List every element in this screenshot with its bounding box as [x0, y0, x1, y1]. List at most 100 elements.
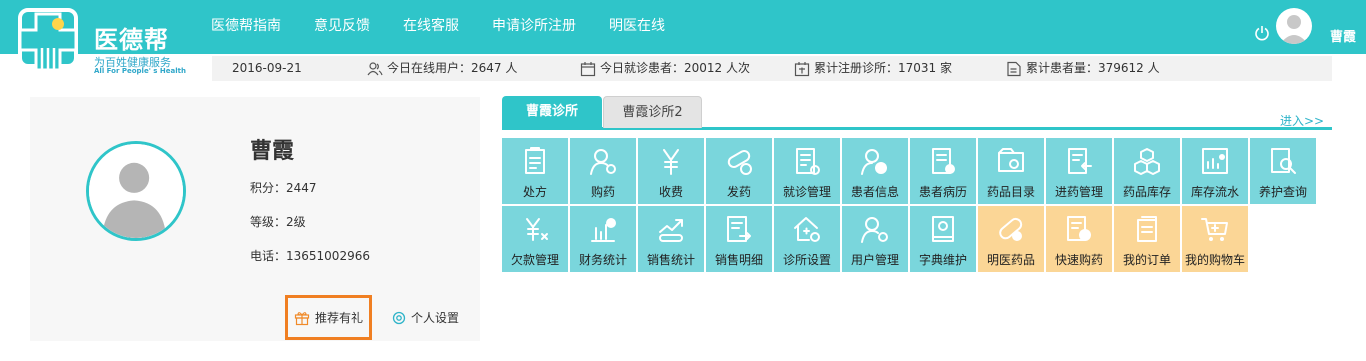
nav-feedback[interactable]: 意见反馈 — [314, 0, 370, 54]
tile-label: 养护查询 — [1258, 185, 1307, 199]
buy-medicine-icon — [590, 149, 616, 175]
tile-label: 字典维护 — [918, 253, 967, 267]
tile-dictionary[interactable]: 字典维护 — [910, 206, 976, 272]
user-management-icon — [861, 217, 888, 243]
gear-icon — [392, 311, 406, 324]
dictionary-icon — [932, 216, 954, 242]
stats-bar: 2016-09-21 今日在线用户：2647 人 今日就诊患者：20012 人次… — [212, 56, 1332, 81]
document-icon — [1007, 61, 1021, 76]
tile-label: 诊所设置 — [782, 253, 831, 267]
clinic-settings-icon — [794, 217, 820, 242]
tile-drug-catalog[interactable]: 药品目录 — [978, 138, 1044, 204]
stat-clinics-total: 累计注册诊所：17031 家 — [794, 56, 952, 81]
tile-debt[interactable]: 欠款管理 — [502, 206, 568, 272]
clinic-calendar-icon — [794, 61, 810, 76]
tile-mingyi-drug[interactable]: 明医药品 — [978, 206, 1044, 272]
tile-label: 库存流水 — [1190, 185, 1239, 199]
users-icon — [367, 61, 383, 75]
tab-clinic-2[interactable]: 曹霞诊所2 — [603, 96, 702, 128]
tile-cart[interactable]: 我的购物车 — [1182, 206, 1248, 272]
referral-gift-button[interactable]: 推荐有礼 — [285, 295, 372, 340]
debt-icon — [526, 218, 548, 241]
tile-quick-buy[interactable]: 快速购药 — [1046, 206, 1112, 272]
power-icon[interactable] — [1254, 25, 1270, 41]
nav-mingyi-online[interactable]: 明医在线 — [609, 0, 665, 54]
tile-label: 销售统计 — [646, 253, 695, 267]
tile-label: 明医药品 — [986, 253, 1035, 267]
sales-stats-icon — [659, 219, 683, 242]
stat-online-users-text: 今日在线用户：2647 人 — [387, 61, 518, 75]
visit-management-icon — [796, 148, 820, 175]
sales-detail-icon — [727, 216, 751, 242]
stat-patients-total: 累计患者量：379612 人 — [1006, 56, 1160, 81]
tile-orders[interactable]: 我的订单 — [1114, 206, 1180, 272]
tile-stock-in[interactable]: 进药管理 — [1046, 138, 1112, 204]
tile-finance-stats[interactable]: 财务统计 — [570, 206, 636, 272]
stat-patients-total-text: 累计患者量：379612 人 — [1026, 61, 1160, 75]
tile-label: 欠款管理 — [510, 253, 559, 267]
top-navbar: 医德帮 为百姓健康服务 All For People' s Health 医德帮… — [0, 0, 1366, 75]
orders-icon — [1137, 216, 1157, 242]
referral-gift-label: 推荐有礼 — [314, 311, 363, 325]
tile-label: 快速购药 — [1054, 253, 1103, 267]
inventory-cubes-icon — [1134, 148, 1160, 175]
tile-label: 购药 — [590, 185, 615, 199]
mingyi-drug-icon — [999, 217, 1023, 241]
stock-in-icon — [1068, 148, 1092, 174]
tile-label: 收费 — [658, 185, 683, 199]
tile-label: 我的购物车 — [1184, 253, 1245, 267]
pill-icon — [727, 150, 752, 175]
user-avatar[interactable] — [1276, 8, 1312, 44]
tile-prescription[interactable]: 处方 — [502, 138, 568, 204]
tile-sales-detail[interactable]: 销售明细 — [706, 206, 772, 272]
personal-settings-label: 个人设置 — [411, 311, 460, 325]
stat-date-value: 2016-09-21 — [232, 61, 302, 75]
yen-icon — [663, 149, 679, 175]
medical-record-icon — [932, 148, 955, 174]
enter-link[interactable]: 进入>> — [1280, 112, 1324, 129]
user-silhouette-icon — [89, 144, 183, 238]
tile-inventory-cubes[interactable]: 药品库存 — [1114, 138, 1180, 204]
calendar-icon — [580, 61, 596, 76]
patient-info-icon — [861, 149, 887, 175]
personal-settings-link[interactable]: 个人设置 — [392, 309, 459, 326]
prescription-icon — [525, 147, 545, 174]
tile-patient-info[interactable]: 患者信息 — [842, 138, 908, 204]
nav-clinic-register[interactable]: 申请诊所注册 — [492, 0, 576, 54]
stock-flow-icon — [1202, 148, 1228, 174]
tile-label: 进药管理 — [1054, 185, 1103, 199]
tile-label: 我的订单 — [1122, 253, 1171, 267]
clinic-tabs: 曹霞诊所 曹霞诊所2 — [502, 96, 1332, 130]
brand-title: 医德帮 — [94, 26, 169, 54]
user-silhouette-icon — [1280, 15, 1308, 44]
tile-clinic-settings[interactable]: 诊所设置 — [774, 206, 840, 272]
header-user-name[interactable]: 曹霞 — [1330, 26, 1356, 45]
main-nav: 医德帮指南 意见反馈 在线客服 申请诊所注册 明医在线 — [211, 0, 698, 54]
tile-yen[interactable]: 收费 — [638, 138, 704, 204]
nav-guide[interactable]: 医德帮指南 — [211, 0, 281, 54]
tile-sales-stats[interactable]: 销售统计 — [638, 206, 704, 272]
tile-pill[interactable]: 发药 — [706, 138, 772, 204]
maintenance-search-icon — [1271, 148, 1296, 174]
stat-patients-today: 今日就诊患者：20012 人次 — [580, 56, 750, 81]
cart-icon — [1201, 218, 1228, 241]
tile-stock-flow[interactable]: 库存流水 — [1182, 138, 1248, 204]
logo-mark-icon — [18, 8, 78, 72]
profile-avatar — [86, 141, 186, 241]
tile-visit-management[interactable]: 就诊管理 — [774, 138, 840, 204]
nav-online-service[interactable]: 在线客服 — [403, 0, 459, 54]
stat-online-users: 今日在线用户：2647 人 — [367, 56, 517, 81]
tile-label: 患者信息 — [850, 185, 899, 199]
tab-clinic-1[interactable]: 曹霞诊所 — [502, 96, 602, 130]
brand-logo[interactable]: 医德帮 为百姓健康服务 All For People' s Health — [14, 4, 194, 78]
tile-buy-medicine[interactable]: 购药 — [570, 138, 636, 204]
profile-points: 积分：2447 — [250, 181, 317, 195]
finance-stats-icon — [591, 218, 616, 242]
brand-tagline: All For People' s Health — [94, 67, 186, 75]
tile-medical-record[interactable]: 患者病历 — [910, 138, 976, 204]
drug-catalog-icon — [998, 148, 1024, 172]
profile-card: 曹霞 积分：2447 等级：2级 电话：13651002966 推荐有礼 个人设… — [30, 97, 480, 341]
tile-user-management[interactable]: 用户管理 — [842, 206, 908, 272]
tile-label: 就诊管理 — [782, 185, 831, 199]
tile-maintenance-search[interactable]: 养护查询 — [1250, 138, 1316, 204]
